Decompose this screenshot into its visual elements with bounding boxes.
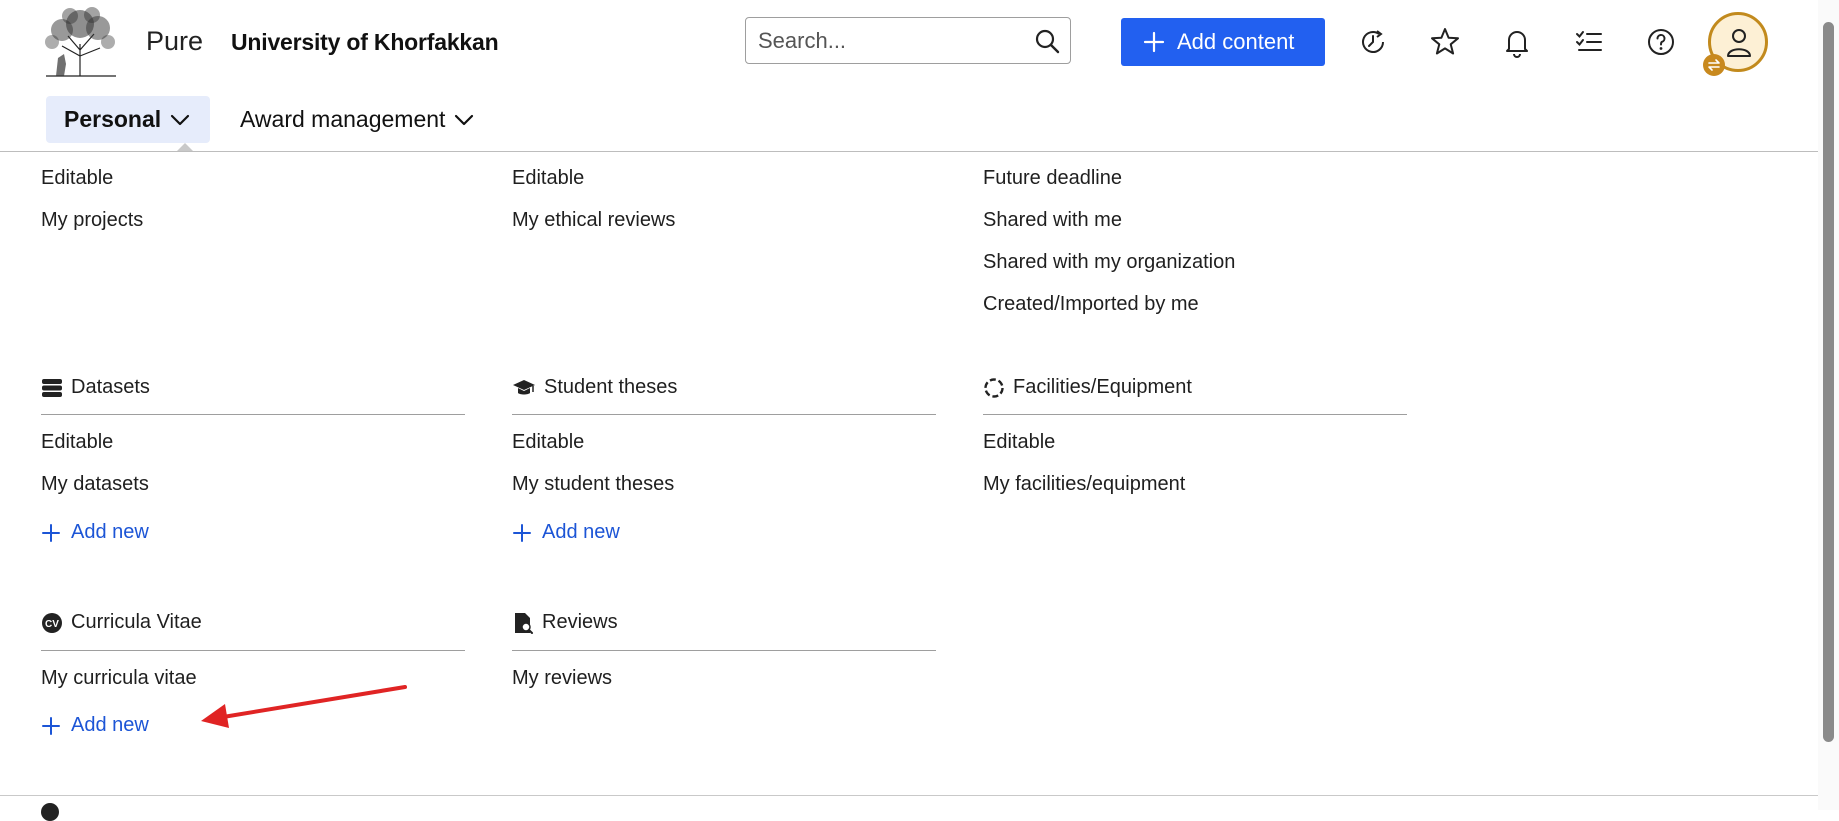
- document-search-icon: [515, 612, 533, 634]
- section-title-facilities-equipment: Facilities/Equipment: [983, 376, 1192, 399]
- menu-item-my-projects[interactable]: My projects: [41, 209, 143, 232]
- section-title-student-theses-label: Student theses: [544, 376, 678, 398]
- section-icon-partial: [41, 803, 59, 821]
- menu-item-created-imported-by-me[interactable]: Created/Imported by me: [983, 293, 1199, 316]
- add-content-label: Add content: [1177, 29, 1295, 54]
- menu-item-my-ethical-reviews[interactable]: My ethical reviews: [512, 209, 675, 232]
- add-new-label: Add new: [542, 521, 620, 543]
- menu-item-shared-with-my-organization[interactable]: Shared with my organization: [983, 251, 1235, 274]
- menu-item-my-datasets[interactable]: My datasets: [41, 473, 149, 496]
- elsevier-logo[interactable]: [40, 6, 122, 78]
- menu-item-editable-ethical-reviews[interactable]: Editable: [512, 167, 584, 190]
- organization-name[interactable]: University of Khorfakkan: [231, 29, 499, 56]
- section-divider: [41, 414, 465, 415]
- tab-award-management[interactable]: Award management: [240, 96, 475, 143]
- chevron-down-icon: [171, 114, 190, 125]
- section-title-facilities-equipment-label: Facilities/Equipment: [1013, 376, 1192, 398]
- add-new-student-thesis-link[interactable]: Add new: [512, 521, 620, 544]
- add-new-label: Add new: [71, 521, 149, 543]
- star-icon[interactable]: [1429, 26, 1461, 58]
- bell-icon[interactable]: [1501, 26, 1533, 58]
- help-icon[interactable]: [1645, 26, 1677, 58]
- section-title-reviews-label: Reviews: [542, 611, 618, 633]
- header-divider: [0, 151, 1818, 152]
- section-title-datasets-label: Datasets: [71, 376, 150, 398]
- plus-icon: [42, 716, 60, 735]
- tab-award-management-label: Award management: [240, 106, 446, 132]
- user-icon: [1727, 29, 1751, 57]
- content-divider: [0, 795, 1818, 796]
- search-box[interactable]: [745, 17, 1071, 64]
- menu-item-editable-datasets[interactable]: Editable: [41, 431, 113, 454]
- add-new-label: Add new: [71, 714, 149, 736]
- tab-pointer: [177, 143, 193, 151]
- section-title-curricula-vitae: CV Curricula Vitae: [41, 611, 202, 634]
- menu-item-editable-projects[interactable]: Editable: [41, 167, 113, 190]
- svg-text:CV: CV: [45, 619, 59, 630]
- app-name[interactable]: Pure: [146, 26, 203, 57]
- tab-personal-label: Personal: [64, 106, 162, 132]
- scrollbar-thumb[interactable]: [1823, 22, 1834, 742]
- facility-icon: [984, 377, 1004, 398]
- menu-item-my-reviews[interactable]: My reviews: [512, 667, 612, 690]
- menu-item-editable-facilities[interactable]: Editable: [983, 431, 1055, 454]
- menu-item-future-deadline[interactable]: Future deadline: [983, 167, 1122, 190]
- section-title-datasets: Datasets: [41, 376, 150, 399]
- annotation-arrow: [201, 685, 407, 728]
- menu-item-my-facilities-equipment[interactable]: My facilities/equipment: [983, 473, 1185, 496]
- menu-item-my-curricula-vitae[interactable]: My curricula vitae: [41, 667, 197, 690]
- menu-item-editable-student-theses[interactable]: Editable: [512, 431, 584, 454]
- add-content-button[interactable]: Add content: [1121, 18, 1325, 66]
- add-new-dataset-link[interactable]: Add new: [41, 521, 149, 544]
- menu-item-shared-with-me[interactable]: Shared with me: [983, 209, 1122, 232]
- tasks-icon[interactable]: [1573, 26, 1605, 58]
- section-divider: [512, 650, 936, 651]
- plus-icon: [513, 523, 531, 542]
- plus-icon: [42, 523, 60, 542]
- search-input[interactable]: [758, 26, 1028, 56]
- section-divider: [512, 414, 936, 415]
- database-icon: [42, 378, 62, 397]
- search-icon[interactable]: [1034, 28, 1060, 54]
- cv-icon: CV: [42, 612, 62, 633]
- section-title-student-theses: Student theses: [512, 376, 677, 399]
- history-icon[interactable]: [1357, 26, 1389, 58]
- section-divider: [41, 650, 465, 651]
- chevron-down-icon: [455, 114, 474, 125]
- plus-icon: [1143, 31, 1165, 53]
- section-title-curricula-vitae-label: Curricula Vitae: [71, 611, 202, 633]
- switch-account-icon[interactable]: [1703, 54, 1725, 76]
- graduation-cap-icon: [513, 379, 535, 394]
- menu-item-my-student-theses[interactable]: My student theses: [512, 473, 674, 496]
- tab-personal[interactable]: Personal: [46, 96, 210, 143]
- section-title-reviews: Reviews: [512, 611, 618, 634]
- add-new-cv-link[interactable]: Add new: [41, 714, 149, 737]
- section-divider: [983, 414, 1407, 415]
